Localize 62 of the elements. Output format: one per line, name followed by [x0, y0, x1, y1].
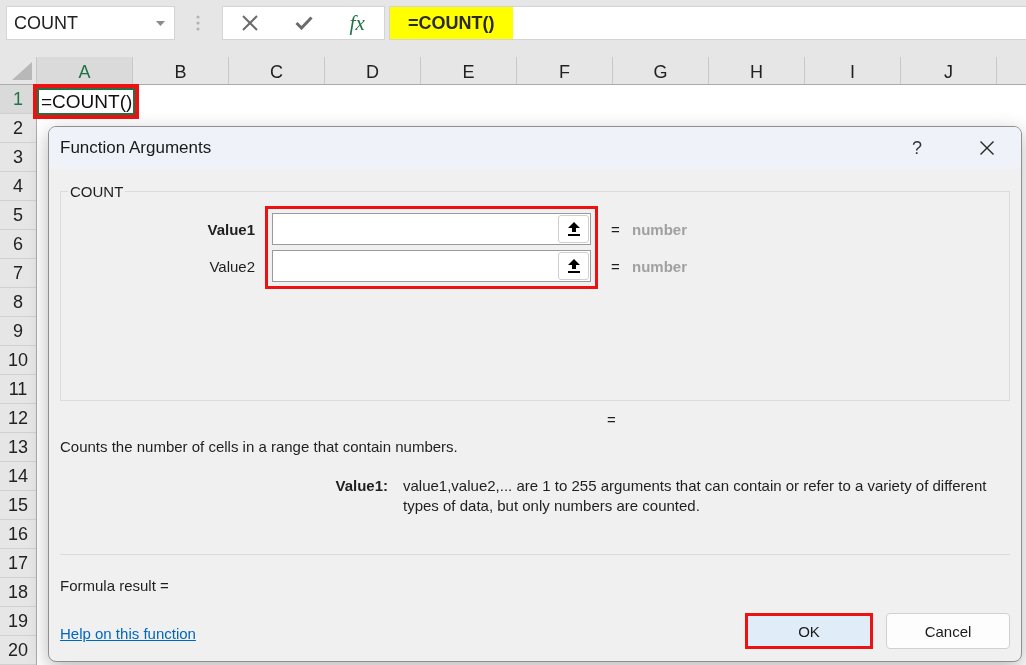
- argument-result: number: [632, 256, 688, 277]
- argument-input[interactable]: [272, 213, 591, 245]
- name-box[interactable]: COUNT: [6, 6, 175, 40]
- argument-result: number: [632, 219, 688, 240]
- dialog-title: Function Arguments: [60, 138, 213, 158]
- row-header[interactable]: 10: [0, 346, 36, 375]
- row-header[interactable]: 13: [0, 433, 36, 462]
- row-header[interactable]: 14: [0, 462, 36, 491]
- column-header[interactable]: H: [709, 57, 805, 84]
- column-header[interactable]: F: [517, 57, 613, 84]
- row-header[interactable]: 7: [0, 259, 36, 288]
- insert-function-button[interactable]: fx: [330, 7, 384, 39]
- row-header[interactable]: 9: [0, 317, 36, 346]
- argument-help-text: value1,value2,... are 1 to 255 arguments that can contain or refer to a variety of different types of data, but only numbers are counted.: [403, 476, 988, 516]
- argument-label: Value1: [206, 219, 255, 240]
- column-header[interactable]: I: [805, 57, 901, 84]
- formula-text: =COUNT(): [390, 7, 513, 39]
- row-header[interactable]: 8: [0, 288, 36, 317]
- close-icon: [980, 141, 994, 155]
- row-header[interactable]: 1: [0, 85, 36, 114]
- row-header[interactable]: 17: [0, 549, 36, 578]
- function-description: Counts the number of cells in a range that contain numbers.: [60, 437, 458, 457]
- help-button[interactable]: ?: [894, 127, 940, 169]
- row-header[interactable]: 20: [0, 636, 36, 665]
- row-header[interactable]: 4: [0, 172, 36, 201]
- column-header[interactable]: J: [901, 57, 997, 84]
- row-header[interactable]: 5: [0, 201, 36, 230]
- active-cell[interactable]: =COUNT(): [33, 84, 139, 119]
- row-header[interactable]: 15: [0, 491, 36, 520]
- row-header[interactable]: 16: [0, 520, 36, 549]
- collapse-button[interactable]: [558, 252, 589, 280]
- help-link[interactable]: Help on this function: [60, 620, 196, 642]
- column-header[interactable]: G: [613, 57, 709, 84]
- cross-icon: [241, 15, 258, 31]
- column-header[interactable]: D: [325, 57, 421, 84]
- argument-label: Value2: [208, 256, 255, 277]
- up-arrow-icon: [567, 259, 580, 273]
- column-header[interactable]: C: [229, 57, 325, 84]
- function-name: COUNT: [69, 183, 125, 200]
- dialog-button[interactable]: Cancel: [886, 613, 1010, 649]
- dialog-button[interactable]: OK: [745, 613, 873, 649]
- argument-help-label: Value1:: [335, 476, 388, 496]
- formula-result: Formula result =: [60, 576, 169, 596]
- row-header[interactable]: 11: [0, 375, 36, 404]
- argument-input[interactable]: [272, 250, 591, 282]
- row-header[interactable]: 18: [0, 578, 36, 607]
- up-arrow-icon: [567, 222, 580, 236]
- equals-sign: =: [611, 219, 621, 240]
- collapse-button[interactable]: [558, 215, 589, 243]
- triangle-icon: [12, 62, 32, 80]
- column-header[interactable]: A: [37, 57, 133, 84]
- row-header[interactable]: 19: [0, 607, 36, 636]
- row-header[interactable]: 12: [0, 404, 36, 433]
- column-header[interactable]: E: [421, 57, 517, 84]
- row-header[interactable]: 6: [0, 230, 36, 259]
- result-equals: =: [607, 410, 616, 430]
- check-icon: [294, 16, 313, 30]
- grip-icon: [196, 15, 200, 31]
- formula-input[interactable]: =COUNT(): [389, 6, 1026, 40]
- caret-icon: [156, 20, 165, 26]
- equals-sign: =: [611, 256, 621, 277]
- row-header[interactable]: 3: [0, 143, 36, 172]
